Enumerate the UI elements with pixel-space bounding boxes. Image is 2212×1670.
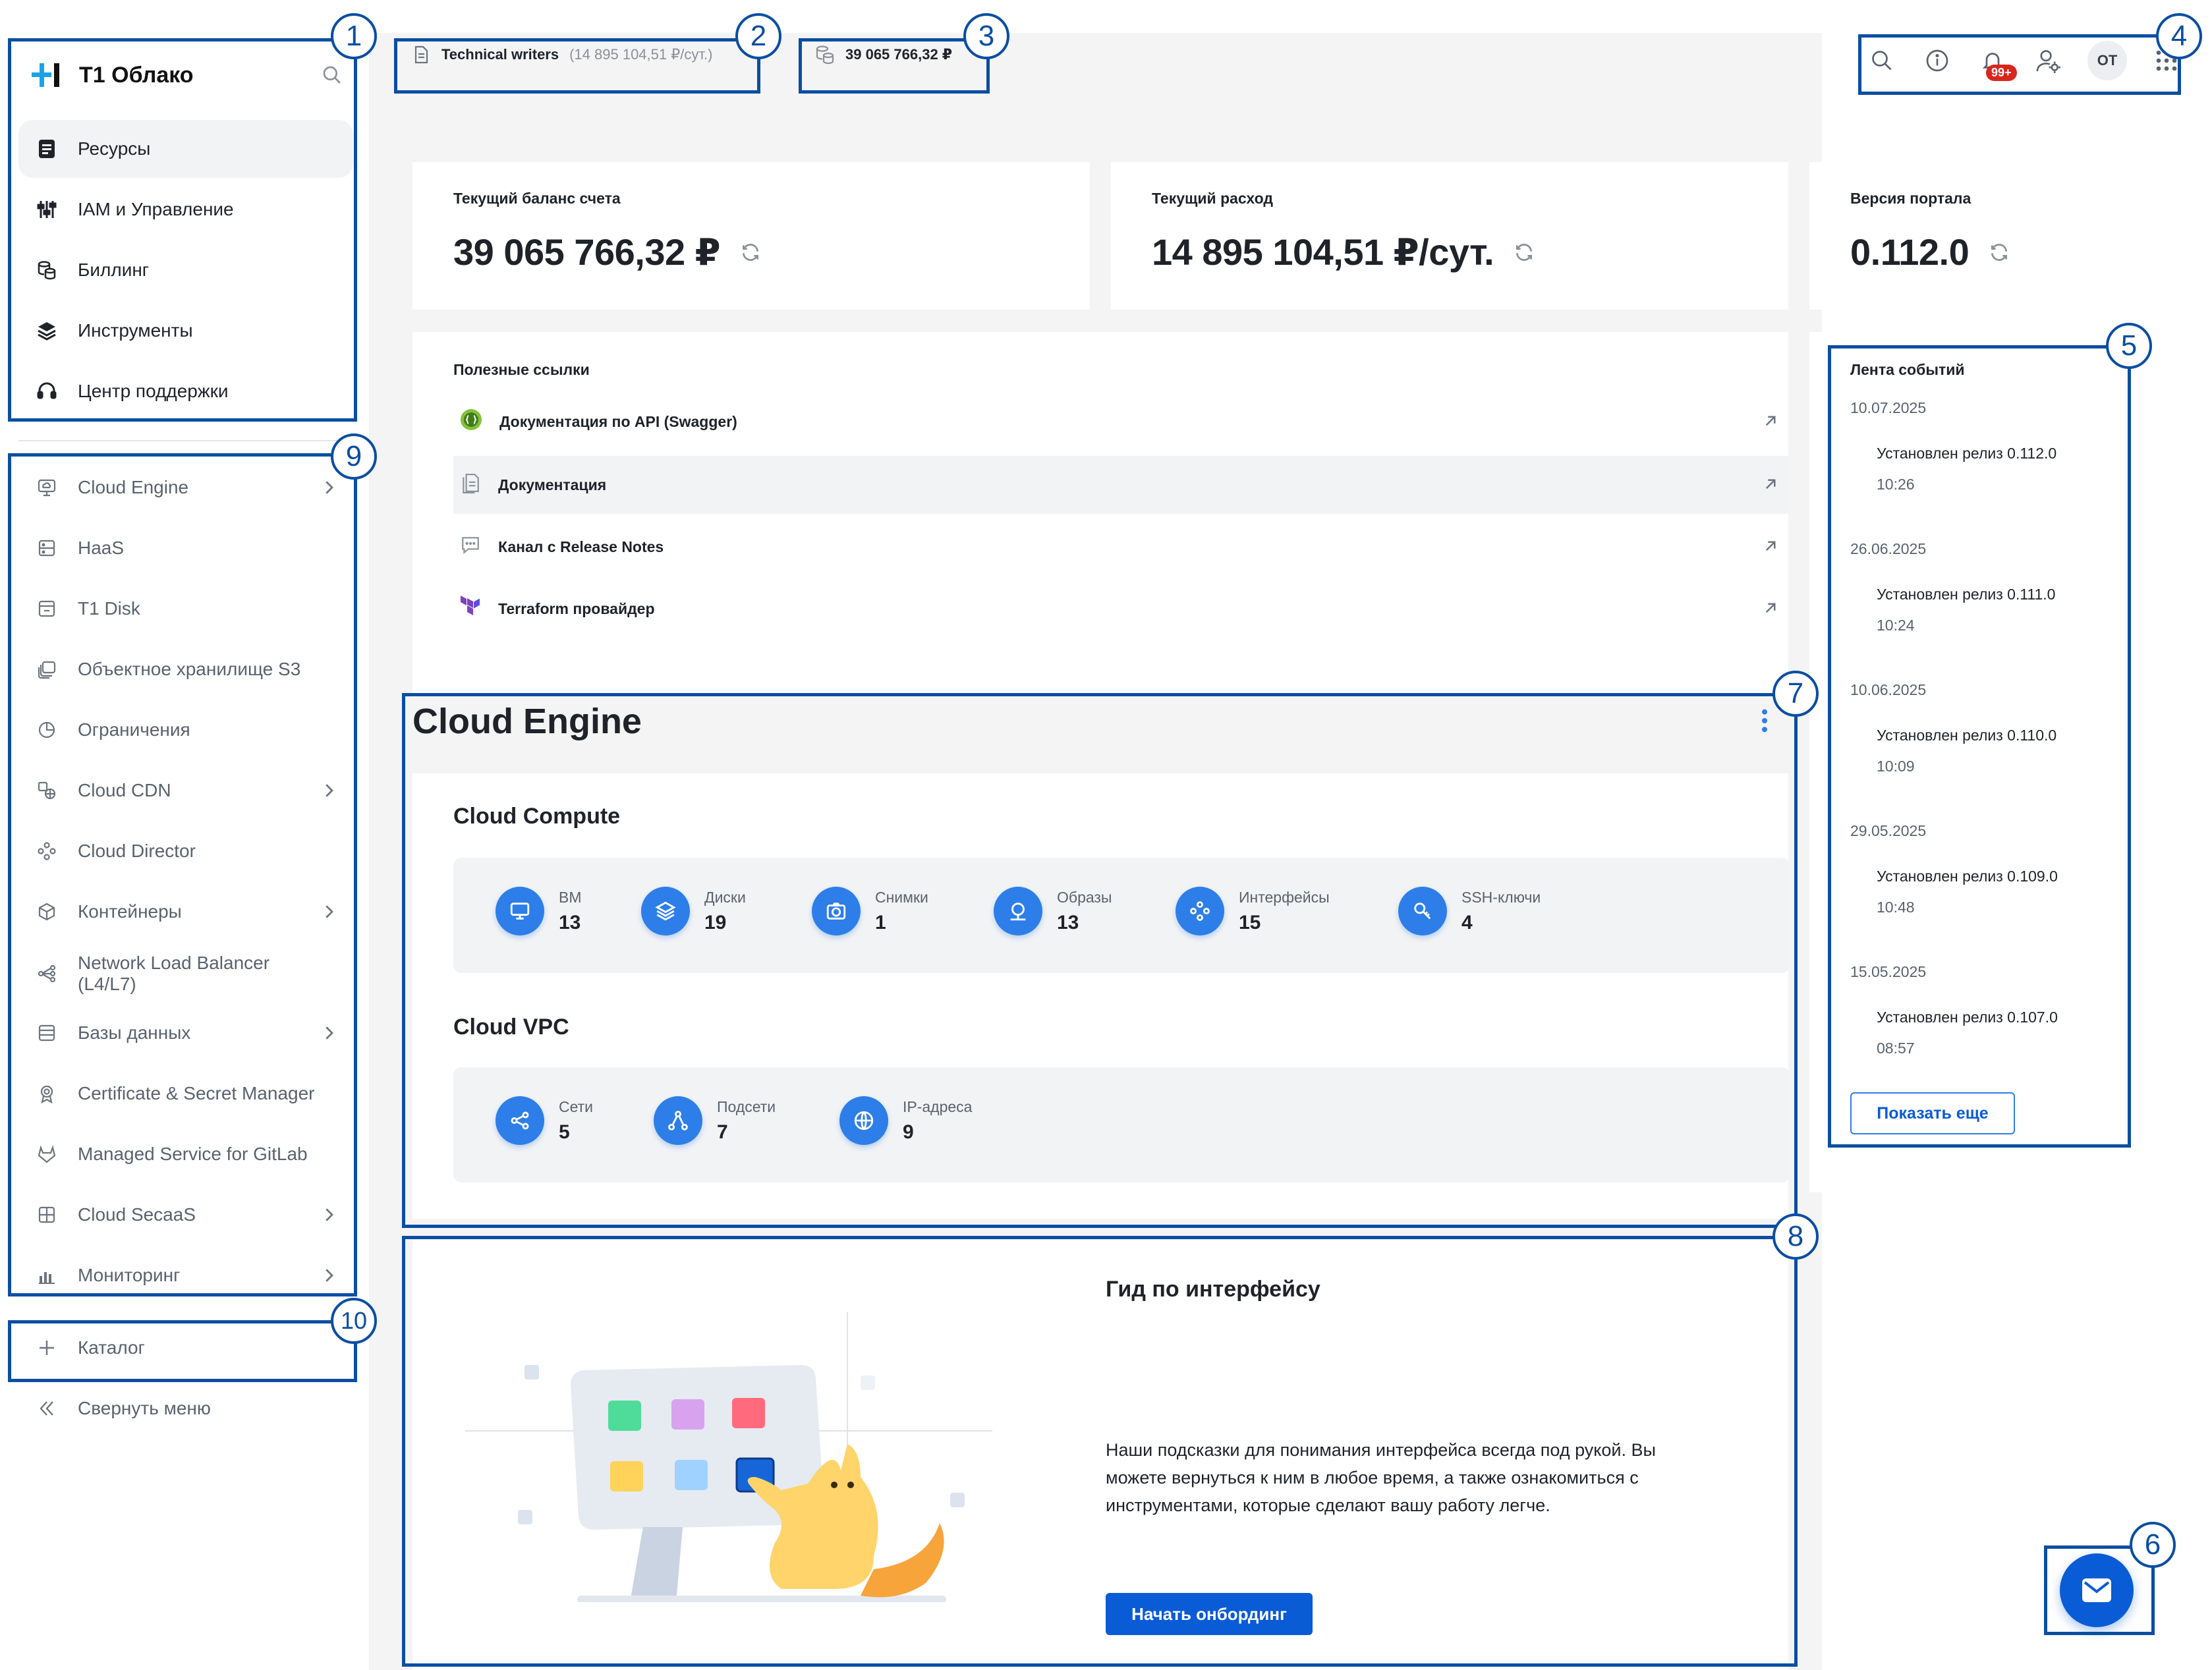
document-icon [460,472,481,497]
sidebar-item-label: Свернуть меню [78,1398,211,1418]
callout-box-2 [394,38,760,94]
callout-box-9 [8,453,357,1296]
useful-links-card: Полезные ссылки Документация по API (Swa… [412,332,1790,698]
link-documentation[interactable]: Документация [453,456,1790,514]
sidebar-divider [18,440,353,441]
useful-links-title: Полезные ссылки [453,361,590,378]
refresh-icon[interactable] [740,242,761,263]
callout-box-8 [402,1236,1798,1667]
link-label: Документация [498,476,607,493]
refresh-icon[interactable] [1514,242,1535,263]
external-link-icon [1765,541,1776,551]
refresh-icon[interactable] [1989,242,2010,263]
kpi-value: 0.112.0 [1850,231,2010,273]
callout-box-3 [799,38,990,94]
callout-badge: 7 [1772,671,1819,717]
collapse-menu-button[interactable]: Свернуть меню [18,1379,353,1437]
external-link-icon [1765,603,1776,613]
kpi-value: 39 065 766,32 ₽ [453,231,761,274]
callout-badge: 9 [331,433,377,480]
chat-icon [460,534,481,559]
callout-badge: 3 [963,13,1009,59]
link-release-notes[interactable]: Канал с Release Notes [453,518,1790,576]
kpi-label: Текущий баланс счета [453,190,621,207]
callout-badge: 1 [331,13,377,59]
balance-card: Текущий баланс счета 39 065 766,32 ₽ [412,162,1090,310]
link-label: Terraform провайдер [498,599,655,617]
callout-box-10 [8,1320,357,1382]
callout-box-5 [1828,345,2131,1148]
callout-box-4 [1858,34,2181,95]
portal-version-card: Версия портала 0.112.0 [1809,162,2165,310]
link-label: Документация по API (Swagger) [499,412,737,430]
terraform-icon [460,596,481,622]
kpi-value-text: 14 895 104,51 ₽/сут. [1152,231,1494,273]
callout-box-7 [402,693,1798,1228]
expense-card: Текущий расход 14 895 104,51 ₽/сут. [1111,162,1788,310]
kpi-value: 14 895 104,51 ₽/сут. [1152,231,1535,274]
swagger-icon [460,408,482,435]
callout-badge: 6 [2130,1522,2176,1568]
callout-badge: 4 [2156,13,2202,59]
link-swagger[interactable]: Документация по API (Swagger) [453,393,1790,451]
callout-box-1 [8,38,357,422]
app-window: T1 Облако Ресурсы IAM и Управление Билли… [0,0,2212,1670]
kpi-label: Текущий расход [1152,190,1273,207]
callout-badge: 8 [1772,1213,1819,1260]
kpi-value-text: 39 065 766,32 ₽ [453,231,721,273]
double-chevron-left-icon [36,1397,58,1420]
link-terraform[interactable]: Terraform провайдер [453,580,1790,638]
callout-badge: 2 [735,13,781,59]
link-label: Канал с Release Notes [498,538,664,555]
external-link-icon [1765,479,1776,489]
callout-badge: 5 [2106,323,2152,369]
kpi-label: Версия портала [1850,190,1971,207]
kpi-value-text: 0.112.0 [1850,231,1970,273]
external-link-icon [1765,416,1776,426]
callout-badge: 10 [331,1298,377,1344]
